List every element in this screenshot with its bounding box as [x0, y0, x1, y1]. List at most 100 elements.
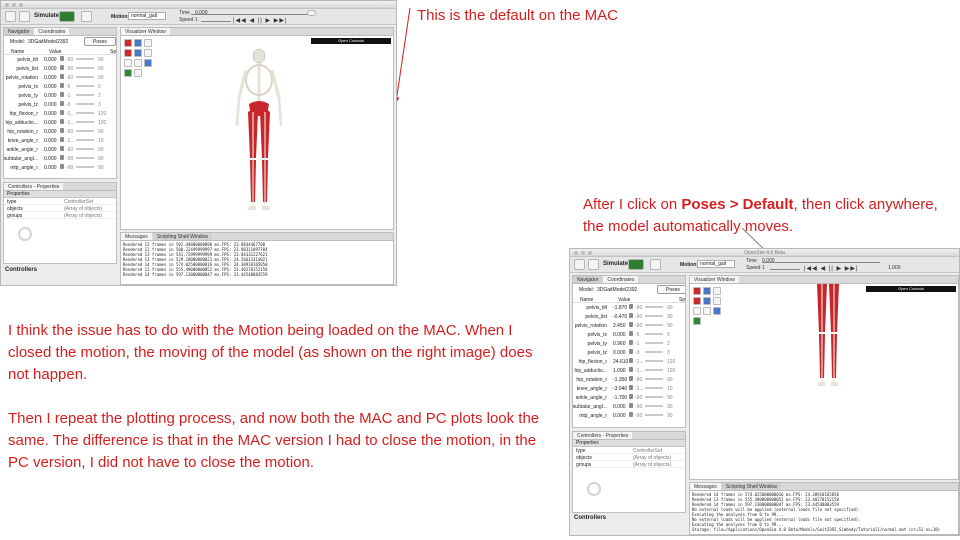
- coordinate-value[interactable]: 0.000: [44, 111, 57, 117]
- coordinate-slider[interactable]: [76, 67, 94, 69]
- coordinate-value[interactable]: -1.870: [613, 305, 627, 311]
- save-icon[interactable]: [588, 259, 599, 270]
- coordinate-lock-icon[interactable]: [629, 403, 633, 408]
- coordinate-lock-icon[interactable]: [60, 137, 64, 142]
- view-tool-icon[interactable]: [713, 297, 721, 305]
- coordinate-value[interactable]: 0.000: [44, 156, 57, 162]
- coordinate-slider[interactable]: [76, 58, 94, 60]
- coordinate-slider[interactable]: [76, 103, 94, 105]
- motion-select[interactable]: normal_gait: [697, 260, 735, 268]
- coordinate-lock-icon[interactable]: [629, 358, 633, 363]
- coordinate-lock-icon[interactable]: [629, 349, 633, 354]
- run-simulation-icon[interactable]: [628, 259, 644, 270]
- view-tool-icon[interactable]: [693, 297, 701, 305]
- properties-header[interactable]: Properties: [573, 440, 685, 447]
- coordinate-lock-icon[interactable]: [60, 56, 64, 61]
- coordinate-value[interactable]: 0.000: [44, 129, 57, 135]
- property-row[interactable]: objects (Array of objects): [573, 454, 685, 461]
- visualizer-window[interactable]: Visualizer Window Open Controls: [689, 275, 959, 480]
- coordinate-row[interactable]: hip_rotation_r 0.000 -90 90: [4, 127, 116, 136]
- coordinate-value[interactable]: 2.450: [613, 323, 626, 329]
- speed-slider[interactable]: [770, 269, 800, 270]
- coordinate-value[interactable]: 0.000: [44, 66, 57, 72]
- coordinate-slider[interactable]: [645, 324, 663, 326]
- coordinate-value[interactable]: 0.000: [613, 332, 626, 338]
- coordinate-lock-icon[interactable]: [60, 74, 64, 79]
- property-row[interactable]: type ControllerSet: [4, 198, 116, 205]
- tab-messages[interactable]: Messages: [121, 233, 152, 240]
- coordinate-value[interactable]: 0.960: [613, 341, 626, 347]
- tab-navigator[interactable]: Navigator: [573, 276, 603, 283]
- coordinate-lock-icon[interactable]: [629, 304, 633, 309]
- coordinate-lock-icon[interactable]: [60, 146, 64, 151]
- coordinate-row[interactable]: hip_flexion_r 24.610 -1... 120: [573, 357, 685, 366]
- coordinate-row[interactable]: pelvis_list -0.470 -90 90: [573, 312, 685, 321]
- playback-controls[interactable]: |◀◀ ◀ || ▶ ▶▶|: [804, 265, 859, 272]
- coordinate-lock-icon[interactable]: [629, 322, 633, 327]
- run-simulation-icon[interactable]: [59, 11, 75, 22]
- coordinate-row[interactable]: subtalar_angl... 0.000 -90 90: [4, 154, 116, 163]
- view-tool-icon[interactable]: [693, 287, 701, 295]
- zoom-icon[interactable]: [693, 307, 701, 315]
- coordinate-row[interactable]: pelvis_list 0.000 -90 90: [4, 64, 116, 73]
- view-tool-icon[interactable]: [144, 59, 152, 67]
- open-controls-button[interactable]: Open Controls: [311, 38, 391, 44]
- coordinate-row[interactable]: knee_angle_r 0.000 -1... 10: [4, 136, 116, 145]
- camera-icon[interactable]: [693, 317, 701, 325]
- coordinate-slider[interactable]: [76, 166, 94, 168]
- view-tool-icon[interactable]: [144, 39, 152, 47]
- coordinate-row[interactable]: hip_adductio... 0.000 -1... 120: [4, 118, 116, 127]
- coordinate-lock-icon[interactable]: [60, 92, 64, 97]
- view-tool-icon[interactable]: [703, 297, 711, 305]
- coordinate-value[interactable]: 0.000: [44, 57, 57, 63]
- coordinate-row[interactable]: pelvis_tx 0.000 -5 5: [4, 82, 116, 91]
- coordinate-row[interactable]: pelvis_tz 0.000 -3 3: [573, 348, 685, 357]
- tab-coordinates[interactable]: Coordinates: [603, 276, 639, 283]
- coordinate-lock-icon[interactable]: [60, 128, 64, 133]
- coordinate-slider[interactable]: [645, 396, 663, 398]
- coordinate-lock-icon[interactable]: [629, 340, 633, 345]
- coordinate-value[interactable]: 0.000: [613, 404, 626, 410]
- loop-icon[interactable]: [307, 10, 316, 16]
- view-tool-icon[interactable]: [713, 287, 721, 295]
- tab-controllers-properties[interactable]: Controllers - Properties: [4, 183, 64, 190]
- coordinate-slider[interactable]: [645, 369, 663, 371]
- property-row[interactable]: type ControllerSet: [573, 447, 685, 454]
- view-tool-icon[interactable]: [134, 39, 142, 47]
- window-controls[interactable]: [5, 3, 23, 7]
- view-tool-icon[interactable]: [144, 49, 152, 57]
- coordinate-slider[interactable]: [645, 378, 663, 380]
- tab-visualizer[interactable]: Visualizer Window: [690, 276, 739, 283]
- tab-scripting-shell[interactable]: Scripting Shell Window: [721, 483, 781, 490]
- coordinate-slider[interactable]: [76, 121, 94, 123]
- view-tool-icon[interactable]: [134, 49, 142, 57]
- coordinate-value[interactable]: 0.000: [44, 120, 57, 126]
- musculoskeletal-model[interactable]: [229, 46, 289, 216]
- coordinate-row[interactable]: subtalar_angl... 0.000 -90 90: [573, 402, 685, 411]
- coordinate-value[interactable]: 0.000: [613, 413, 626, 419]
- property-row[interactable]: objects (Array of objects): [4, 205, 116, 212]
- coordinate-row[interactable]: pelvis_rotation 0.000 -90 90: [4, 73, 116, 82]
- coordinate-lock-icon[interactable]: [60, 65, 64, 70]
- coordinate-value[interactable]: -1.350: [613, 377, 627, 383]
- speed-slider[interactable]: [201, 21, 231, 22]
- tab-controllers-properties[interactable]: Controllers - Properties: [573, 432, 633, 439]
- open-model-icon[interactable]: [5, 11, 16, 22]
- coordinate-row[interactable]: pelvis_tilt 0.000 -90 90: [4, 55, 116, 64]
- view-tool-icon[interactable]: [124, 49, 132, 57]
- coordinate-row[interactable]: hip_flexion_r 0.000 -1... 120: [4, 109, 116, 118]
- coordinate-row[interactable]: pelvis_tx 0.000 -5 5: [573, 330, 685, 339]
- tab-visualizer[interactable]: Visualizer Window: [121, 28, 170, 35]
- stop-icon[interactable]: [650, 259, 661, 270]
- coordinate-lock-icon[interactable]: [629, 394, 633, 399]
- open-model-icon[interactable]: [574, 259, 585, 270]
- coordinate-lock-icon[interactable]: [629, 367, 633, 372]
- playback-controls[interactable]: |◀◀ ◀ || ▶ ▶▶|: [233, 17, 288, 24]
- coordinate-slider[interactable]: [76, 85, 94, 87]
- coordinate-lock-icon[interactable]: [629, 412, 633, 417]
- coordinate-row[interactable]: knee_angle_r -3.940 -1... 10: [573, 384, 685, 393]
- property-row[interactable]: groups (Array of objects): [4, 212, 116, 219]
- coordinate-row[interactable]: hip_adductio... 1.090 -1... 120: [573, 366, 685, 375]
- coordinate-value[interactable]: 1.090: [613, 368, 626, 374]
- zoom-icon[interactable]: [124, 59, 132, 67]
